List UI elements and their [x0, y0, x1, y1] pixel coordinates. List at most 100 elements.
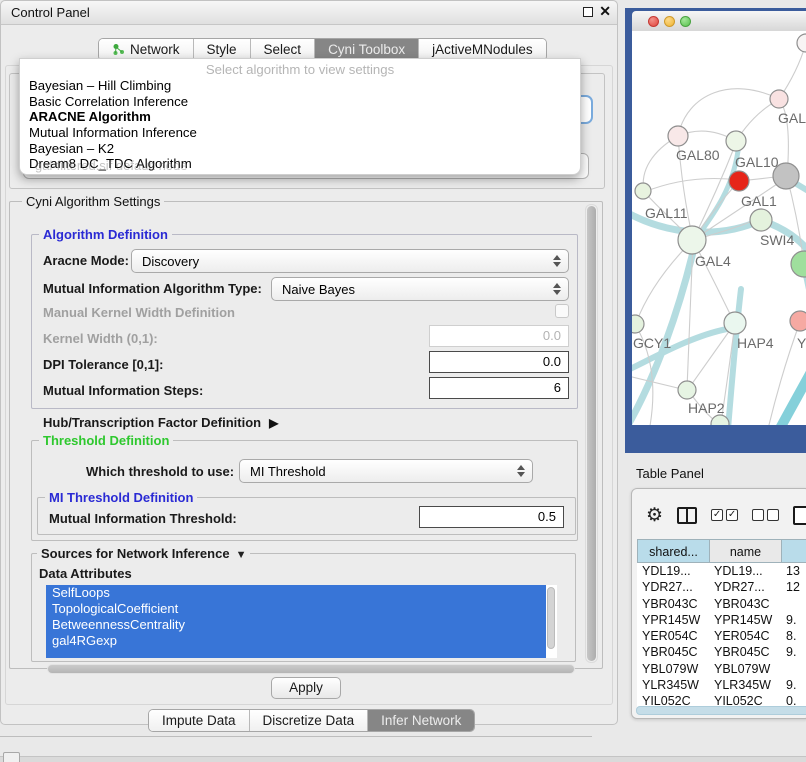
node-label: HAP2	[688, 400, 725, 416]
kernel-width-input[interactable]: 0.0	[429, 325, 569, 347]
network-graph: GALGAL80GAL10GAL11GAL1SWI4GAL4GCY1HAP4YH…	[632, 31, 806, 425]
table-row[interactable]: YBR045CYBR045C9.	[637, 644, 806, 660]
node-label: HAP4	[737, 335, 774, 351]
network-edge[interactable]	[764, 359, 806, 425]
attribute-list-item[interactable]: gal4RGexp	[46, 633, 546, 649]
settings-horizontal-scrollbar[interactable]	[47, 664, 575, 674]
table-row[interactable]: YLR345WYLR345W9.	[637, 677, 806, 693]
algorithm-option[interactable]: Bayesian – K2	[20, 141, 580, 157]
network-node[interactable]	[668, 126, 688, 146]
settings-vertical-scrollbar[interactable]	[585, 204, 598, 663]
attribute-list-item-partial[interactable]	[46, 649, 546, 658]
network-node[interactable]	[678, 226, 706, 254]
network-node[interactable]	[678, 381, 696, 399]
popup-placeholder: Select algorithm to view settings	[20, 61, 580, 78]
hub-definition-expander[interactable]: Hub/Transcription Factor Definition▶	[43, 415, 278, 430]
table-horizontal-scrollbar[interactable]	[636, 706, 806, 715]
dpi-tolerance-input[interactable]: 0.0	[429, 351, 569, 373]
float-window-icon[interactable]	[583, 7, 593, 17]
network-node[interactable]	[729, 171, 749, 191]
tab-style[interactable]: Style	[194, 39, 251, 60]
tab-jactivemnodules[interactable]: jActiveMNodules	[419, 39, 546, 60]
tab-cyni-toolbox[interactable]: Cyni Toolbox	[315, 39, 419, 60]
mi-type-label: Mutual Information Algorithm Type:	[43, 281, 262, 296]
expand-right-icon: ▶	[269, 416, 278, 430]
algorithm-option[interactable]: Bayesian – Hill Climbing	[20, 78, 580, 94]
mi-steps-input[interactable]: 6	[429, 377, 569, 399]
attribute-list-item[interactable]: BetweennessCentrality	[46, 617, 546, 633]
manual-kernel-checkbox[interactable]	[555, 304, 569, 318]
apply-button[interactable]: Apply	[271, 677, 341, 699]
mi-type-combobox[interactable]: Naive Bayes	[271, 277, 569, 301]
network-node[interactable]	[750, 209, 772, 231]
node-label: GAL10	[735, 154, 779, 170]
network-node[interactable]	[770, 90, 788, 108]
algorithm-option[interactable]: Mutual Information Inference	[20, 125, 580, 141]
minimized-panel-icon[interactable]	[3, 752, 20, 762]
zoom-traffic-light[interactable]	[680, 16, 691, 27]
split-columns-icon[interactable]	[677, 507, 697, 524]
network-node[interactable]	[632, 315, 644, 333]
network-node[interactable]	[790, 311, 806, 331]
close-traffic-light[interactable]	[648, 16, 659, 27]
network-node[interactable]	[726, 131, 746, 151]
node-label: GAL	[778, 110, 806, 126]
column-header[interactable]: shared...	[637, 539, 709, 563]
data-attributes-list[interactable]: SelfLoopsTopologicalCoefficientBetweenne…	[46, 585, 557, 658]
gear-icon[interactable]: ⚙	[646, 506, 663, 525]
column-header[interactable]: A	[781, 539, 806, 563]
control-panel-titlebar: Control Panel ✕	[1, 1, 617, 25]
table-row[interactable]: YER054CYER054C8.	[637, 628, 806, 644]
network-edge[interactable]	[678, 89, 779, 136]
node-label: Y	[797, 335, 806, 351]
attribute-list-item[interactable]: SelfLoops	[46, 585, 546, 601]
data-attributes-label: Data Attributes	[39, 566, 132, 581]
which-threshold-combobox[interactable]: MI Threshold	[239, 459, 533, 483]
aracne-mode-combobox[interactable]: Discovery	[131, 249, 569, 273]
network-node[interactable]	[635, 183, 651, 199]
node-label: GCY1	[633, 335, 671, 351]
sources-group-title[interactable]: Sources for Network Inference▼	[37, 546, 250, 561]
attribute-list-item[interactable]: TopologicalCoefficient	[46, 601, 546, 617]
table-panel-title: Table Panel	[636, 466, 704, 481]
stepper-icon	[550, 255, 568, 267]
node-table[interactable]: shared...nameAYDL19...YDL19...13YDR27...…	[637, 539, 806, 710]
column-header[interactable]: name	[709, 539, 781, 563]
network-node[interactable]	[791, 251, 806, 277]
network-node[interactable]	[724, 312, 746, 334]
tab-infer-network[interactable]: Infer Network	[368, 710, 474, 731]
table-row[interactable]: YBL079WYBL079W	[637, 661, 806, 677]
cyni-mode-tab-bar: Impute DataDiscretize DataInfer Network	[148, 709, 475, 732]
algorithm-option[interactable]: ARACNE Algorithm	[20, 109, 580, 125]
table-row[interactable]: YDL19...YDL19...13	[637, 563, 806, 579]
node-label: SWI4	[760, 232, 794, 248]
kernel-width-label: Kernel Width (0,1):	[43, 331, 158, 346]
mi-threshold-input[interactable]: 0.5	[419, 506, 564, 528]
window-title: Control Panel	[11, 5, 90, 20]
checked-pair-icon[interactable]: ✓✓	[711, 509, 738, 521]
stepper-icon	[514, 465, 532, 477]
tab-impute-data[interactable]: Impute Data	[149, 710, 250, 731]
tab-network[interactable]: Network	[99, 39, 194, 60]
unchecked-pair-icon[interactable]	[752, 509, 779, 521]
threshold-definition-title: Threshold Definition	[39, 433, 173, 448]
document-icon[interactable]	[793, 506, 806, 525]
close-icon[interactable]: ✕	[599, 3, 611, 20]
algorithm-dropdown-popup: Select algorithm to view settingsBayesia…	[19, 58, 581, 175]
table-toolbar: ⚙ ✓✓	[632, 497, 806, 533]
network-icon	[112, 43, 125, 56]
table-row[interactable]: YDR27...YDR27...12	[637, 579, 806, 595]
list-scrollbar[interactable]	[547, 587, 555, 649]
control-panel-window: Control Panel ✕ NetworkStyleSelectCyni T…	[0, 0, 618, 725]
algorithm-option[interactable]: Dream8 DC_TDC Algorithm	[20, 156, 580, 172]
tab-select[interactable]: Select	[251, 39, 316, 60]
network-canvas[interactable]: GALGAL80GAL10GAL11GAL1SWI4GAL4GCY1HAP4YH…	[632, 31, 806, 425]
algorithm-option[interactable]: Basic Correlation Inference	[20, 94, 580, 110]
mi-threshold-title: MI Threshold Definition	[45, 490, 197, 505]
table-row[interactable]: YBR043CYBR043C	[637, 596, 806, 612]
network-node[interactable]	[797, 34, 806, 52]
tab-discretize-data[interactable]: Discretize Data	[250, 710, 369, 731]
stepper-icon	[550, 283, 568, 295]
minimize-traffic-light[interactable]	[664, 16, 675, 27]
table-row[interactable]: YPR145WYPR145W9.	[637, 612, 806, 628]
